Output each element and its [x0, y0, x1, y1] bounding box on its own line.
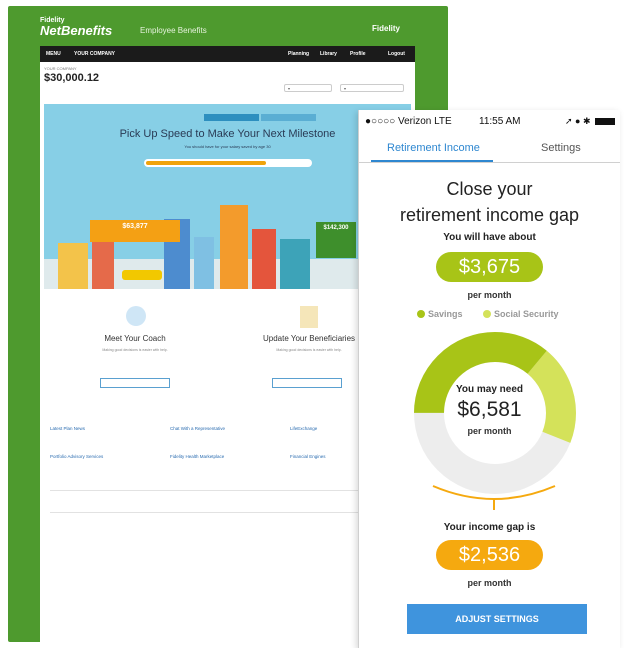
profile-link[interactable]: Profile [350, 51, 366, 57]
hero-tab-2[interactable] [261, 114, 316, 121]
logout-link[interactable]: Logout [388, 51, 405, 57]
legend-savings: Savings [417, 309, 463, 319]
hero-subtitle: You should have for your salary saved by… [184, 144, 271, 149]
fidelity-brand: Fidelity NetBenefits [40, 17, 113, 38]
tab-bar: Retirement Income Settings [359, 136, 620, 163]
tab-settings[interactable]: Settings [541, 142, 581, 154]
clock-text: 11:55 AM [479, 116, 521, 127]
divider [50, 490, 410, 491]
title-line-2: retirement income gap [399, 205, 580, 225]
have-value-pill: $3,675 [436, 252, 543, 282]
building [58, 243, 88, 289]
have-label: You will have about [443, 232, 536, 243]
tab-retirement-income[interactable]: Retirement Income [387, 142, 480, 154]
adjust-settings-button[interactable]: ADJUST SETTINGS [407, 604, 587, 634]
hero-tab-1[interactable] [204, 114, 259, 121]
current-milestone-box: $63,877 [90, 220, 180, 242]
title-line-1: Close your [446, 179, 533, 199]
phone-screen: ●○○○○ Verizon LTE 11:55 AM ➚ ● ✱ Retirem… [358, 110, 620, 648]
coach-button[interactable] [100, 378, 170, 388]
coach-icon [126, 306, 146, 326]
active-tab-indicator [371, 160, 493, 162]
view-dropdown[interactable]: ▾ [340, 84, 404, 92]
company-link[interactable]: YOUR COMPANY [74, 51, 115, 57]
coach-card-text: Making good decisions is easier with hel… [102, 348, 168, 352]
account-balance: $30,000.12 [44, 72, 100, 84]
beneficiary-button[interactable] [272, 378, 342, 388]
social-security-dot-icon [483, 310, 491, 318]
fidelity-logo: Fidelity [372, 24, 401, 33]
gap-label: Your income gap is [443, 522, 536, 533]
library-link[interactable]: Library [320, 51, 337, 57]
clipboard-icon [300, 306, 318, 328]
need-value: $6,581 [457, 398, 522, 421]
link-portfolio[interactable]: Portfolio Advisory Services [50, 454, 103, 459]
link-plan-news[interactable]: Latest Plan News [50, 426, 85, 431]
legend-social-security: Social Security [483, 309, 559, 319]
car-graphic [122, 270, 162, 280]
planning-link[interactable]: Planning [288, 51, 309, 57]
gap-unit: per month [467, 578, 512, 588]
next-milestone-box: $142,300 [316, 222, 356, 258]
carrier-text: ●○○○○ Verizon LTE [365, 116, 452, 127]
building [280, 239, 310, 289]
page-title: Close your retirement income gap [359, 176, 620, 228]
account-label: YOUR COMPANY [44, 66, 77, 71]
account-dropdown[interactable]: ▾ [284, 84, 332, 92]
link-chat[interactable]: Chat With a Representative [170, 426, 225, 431]
need-label: You may need [455, 384, 524, 395]
link-lifeexchange[interactable]: LifeExchange [290, 426, 317, 431]
building [194, 237, 214, 289]
brand-subtitle: Employee Benefits [140, 26, 207, 35]
milestone-slider[interactable] [144, 159, 312, 167]
status-bar: ●○○○○ Verizon LTE 11:55 AM ➚ ● ✱ [359, 110, 620, 130]
menu-link[interactable]: MENU [46, 51, 61, 57]
status-icons: ➚ ● ✱ [565, 116, 591, 126]
savings-dot-icon [417, 310, 425, 318]
battery-icon [595, 118, 615, 125]
divider [50, 512, 410, 513]
top-nav: MENU YOUR COMPANY Planning Library Profi… [40, 46, 415, 62]
slider-fill [146, 161, 266, 165]
link-text [50, 434, 140, 439]
link-health[interactable]: Fidelity Health Marketplace [170, 454, 224, 459]
coach-card-title: Meet Your Coach [104, 334, 166, 343]
hero-banner: Pick Up Speed to Make Your Next Mileston… [44, 104, 411, 289]
building [252, 229, 276, 289]
gap-value-pill: $2,536 [436, 540, 543, 570]
hero-tabs [204, 114, 316, 121]
link-financial-engines[interactable]: Financial Engines [290, 454, 326, 459]
hero-title: Pick Up Speed to Make Your Next Mileston… [119, 128, 336, 140]
have-unit: per month [467, 290, 512, 300]
need-unit: per month [467, 426, 512, 436]
building [220, 205, 248, 289]
gap-bracket [432, 485, 556, 510]
